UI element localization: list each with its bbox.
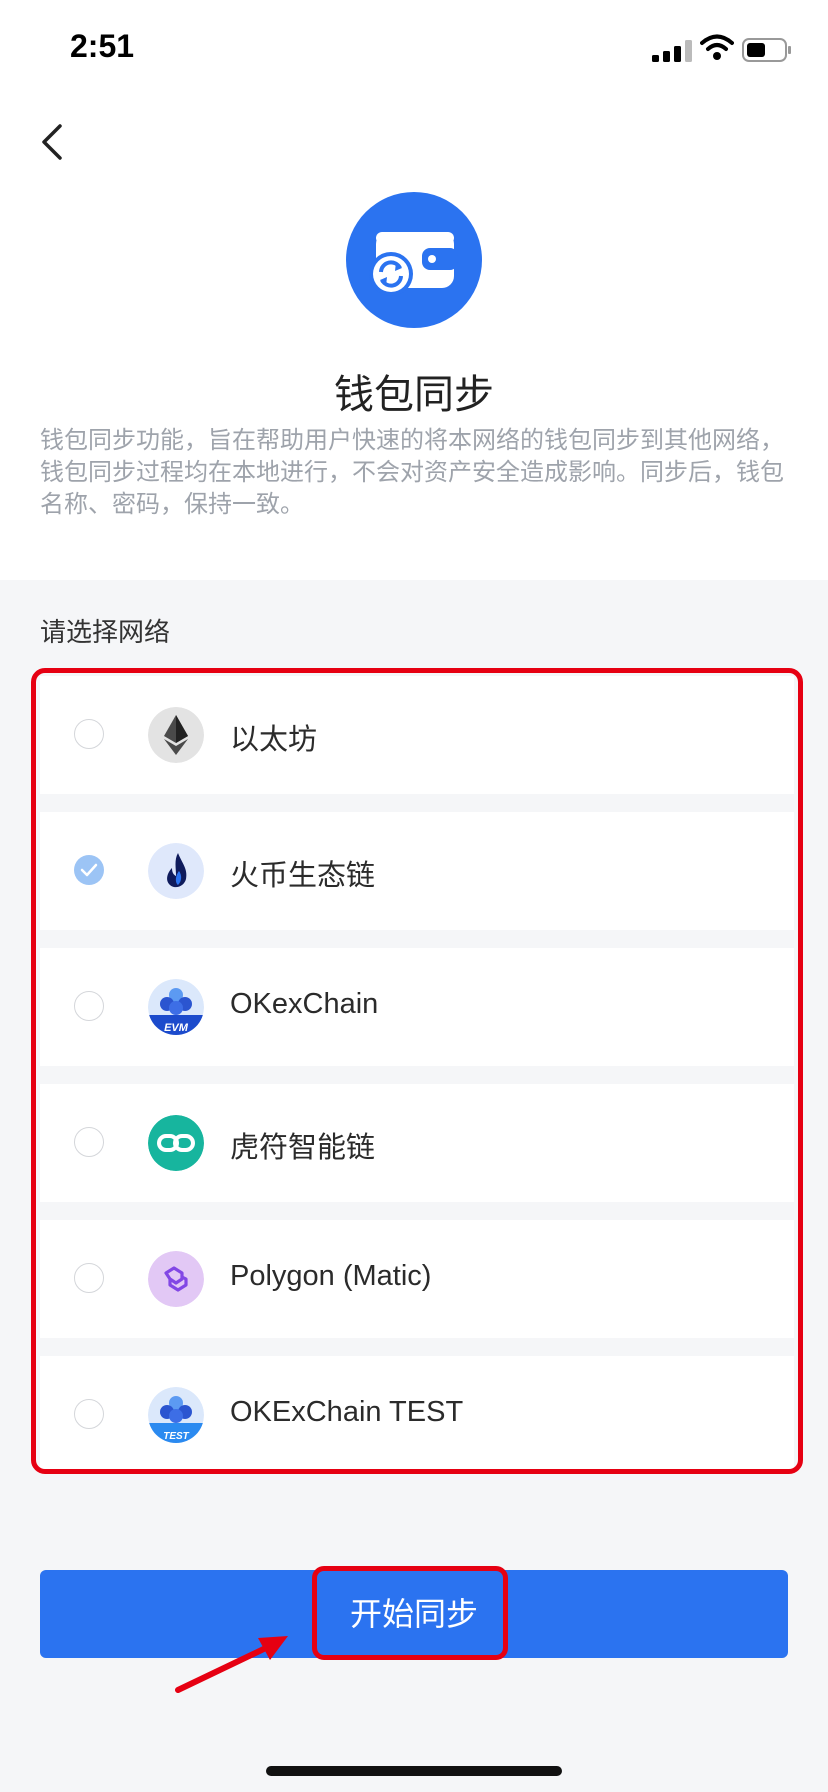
evm-badge-text: EVM <box>164 1022 189 1034</box>
wifi-icon <box>700 34 734 60</box>
heco-icon <box>148 843 204 899</box>
network-row-hoo[interactable]: 虎符智能链 <box>40 1084 794 1202</box>
home-indicator[interactable] <box>266 1766 562 1776</box>
description-text: 钱包同步功能，旨在帮助用户快速的将本网络的钱包同步到其他网络，钱包同步过程均在本… <box>40 426 784 518</box>
network-name: OKExChain TEST <box>230 1396 464 1428</box>
radio-button[interactable] <box>74 991 104 1021</box>
wallet-sync-icon <box>346 192 482 328</box>
checkmark-icon <box>80 863 98 877</box>
network-name: OKexChain <box>230 988 379 1020</box>
status-bar: 2:51 <box>0 0 828 100</box>
hoo-chain-icon <box>148 1115 204 1171</box>
ethereum-icon <box>148 707 204 763</box>
network-list: 以太坊 火币生态链 EVM OKexChain 虎符智能链 Polygon (M… <box>40 676 794 1492</box>
radio-button[interactable] <box>74 719 104 749</box>
okexchain-evm-icon: EVM <box>148 979 204 1035</box>
annotation-arrow-icon <box>175 1636 288 1693</box>
radio-button-checked[interactable] <box>74 855 104 885</box>
okexchain-test-icon: TEST <box>148 1387 204 1443</box>
network-row-polygon[interactable]: Polygon (Matic) <box>40 1220 794 1338</box>
network-name: 以太坊 <box>230 724 318 756</box>
start-sync-label: 开始同步 <box>349 1595 478 1633</box>
network-name: 虎符智能链 <box>230 1132 376 1164</box>
radio-button[interactable] <box>74 1127 104 1157</box>
network-row-ethereum[interactable]: 以太坊 <box>40 676 794 794</box>
network-row-heco[interactable]: 火币生态链 <box>40 812 794 930</box>
section-label: 请选择网络 <box>40 618 171 648</box>
cellular-signal-icon <box>652 40 692 62</box>
battery-icon <box>742 38 791 62</box>
test-badge-text: TEST <box>163 1431 189 1442</box>
network-name: Polygon (Matic) <box>230 1260 432 1292</box>
radio-button[interactable] <box>74 1263 104 1293</box>
network-row-okexchain-test[interactable]: TEST OKExChain TEST <box>40 1356 794 1474</box>
start-sync-button[interactable]: 开始同步 <box>40 1570 788 1658</box>
polygon-icon <box>148 1251 204 1307</box>
back-chevron-icon[interactable] <box>30 118 80 168</box>
network-row-okexchain[interactable]: EVM OKexChain <box>40 948 794 1066</box>
page-title: 钱包同步 <box>334 372 494 418</box>
radio-button[interactable] <box>74 1399 104 1429</box>
network-name: 火币生态链 <box>230 860 376 892</box>
status-time: 2:51 <box>70 28 135 64</box>
